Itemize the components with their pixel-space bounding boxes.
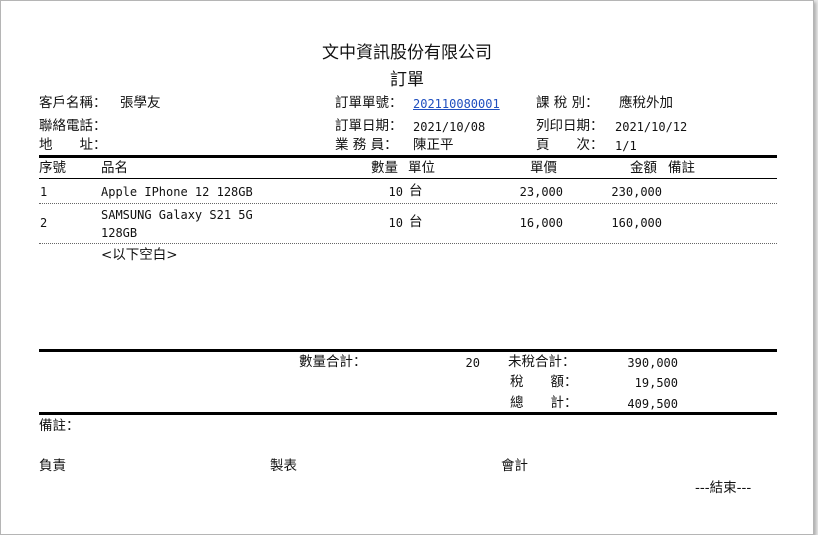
salesperson-label: 業 務 員： [335,137,398,153]
totals-top-rule [39,349,777,352]
pretax-label: 未稅合計： [508,354,576,370]
table-header-rule [39,178,777,179]
order-document: 文中資訊股份有限公司 訂單 客戶名稱： 張學友 聯絡電話： 地 址： 訂單單號：… [0,0,814,535]
tax-value: 19,500 [634,376,678,390]
col-amount-header: 金額 [630,160,657,176]
row-name: Apple IPhone 12 128GB [101,185,253,199]
order-date-label: 訂單日期： [335,118,403,134]
page-label: 頁 次： [536,137,604,153]
preparer-label: 製表 [270,458,297,474]
address-label: 地 址： [39,137,107,153]
row-divider [39,243,777,244]
blank-marker: <以下空白> [101,247,178,263]
salesperson-value: 陳正平 [413,137,454,153]
document-title: 訂單 [390,70,424,90]
row-price: 23,000 [519,185,563,199]
row-unit: 台 [409,214,423,230]
customer-label: 客戶名稱： [39,95,107,111]
col-unit-header: 單位 [408,160,435,176]
tax-type-label: 課 稅 別： [536,95,599,111]
company-name: 文中資訊股份有限公司 [322,43,492,63]
col-price-header: 單價 [530,160,557,176]
end-marker: ---結束--- [695,480,752,496]
print-date-value: 2021/10/12 [615,120,688,134]
row-unit: 台 [409,183,423,199]
grand-total-label: 總 計： [510,395,578,411]
totals-bottom-rule [39,412,777,415]
customer-value: 張學友 [120,95,161,111]
row-seq: 2 [40,216,48,230]
row-divider [39,203,777,204]
remark-label: 備註： [39,418,80,434]
tax-label: 稅 額： [510,374,578,390]
row-price: 16,000 [519,216,563,230]
row-name: SAMSUNG Galaxy S21 5G [101,208,253,222]
print-date-label: 列印日期： [536,118,604,134]
tax-type-value: 應稅外加 [619,95,673,111]
row-qty: 10 [388,216,403,230]
col-name-header: 品名 [101,160,128,176]
col-seq-header: 序號 [39,160,66,176]
responsible-label: 負責 [39,458,66,474]
page-value: 1/1 [615,139,637,153]
qty-total-value: 20 [465,356,480,370]
row-name-line2: 128GB [101,226,138,240]
row-qty: 10 [388,185,403,199]
row-amount: 230,000 [611,185,662,199]
row-seq: 1 [40,185,48,199]
accounting-label: 會計 [501,458,528,474]
pretax-value: 390,000 [627,356,678,370]
col-qty-header: 數量 [371,160,398,176]
phone-label: 聯絡電話： [39,118,107,134]
order-date-value: 2021/10/08 [413,120,486,134]
row-amount: 160,000 [611,216,662,230]
col-note-header: 備註 [668,160,695,176]
qty-total-label: 數量合計： [299,354,367,370]
table-top-rule [39,155,777,158]
grand-total-value: 409,500 [627,397,678,411]
order-no-link[interactable]: 202110080001 [413,96,500,112]
order-no-label: 訂單單號： [335,95,403,111]
